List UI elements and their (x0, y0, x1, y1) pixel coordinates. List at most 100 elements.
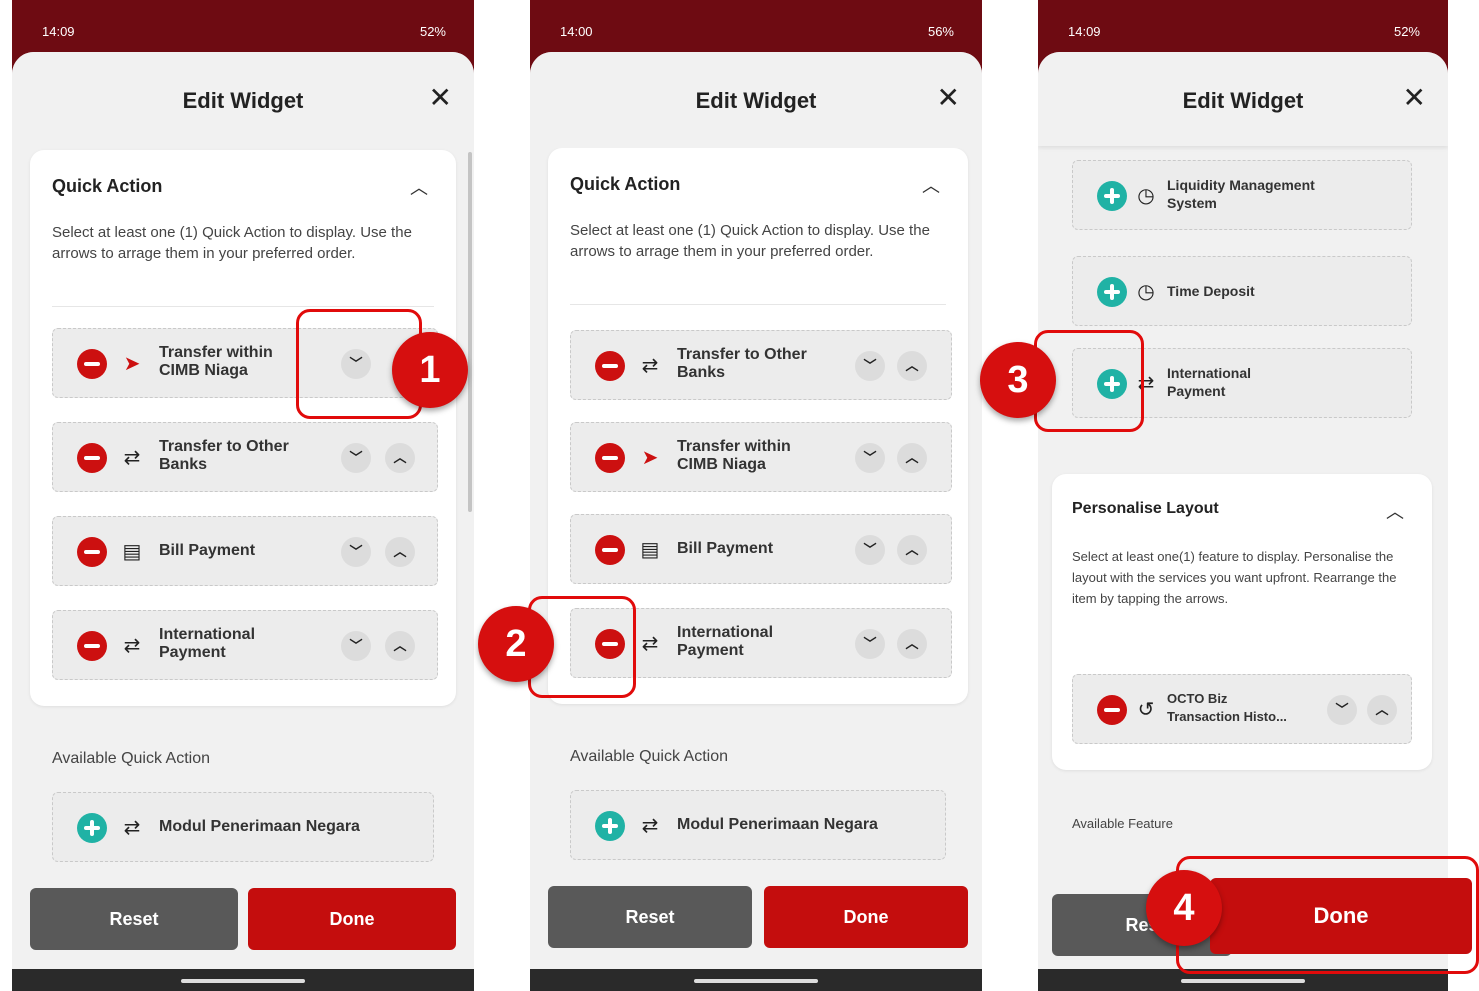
sheet-header: Edit Widget ✕ (1038, 52, 1448, 146)
divider (570, 304, 946, 305)
bill-icon: ▤ (640, 539, 660, 561)
add-button[interactable] (595, 811, 625, 841)
chevron-up-icon[interactable]: ︿ (922, 172, 940, 198)
item-label: Transfer within CIMB Niaga (159, 344, 273, 379)
add-button[interactable] (1097, 277, 1127, 307)
battery-level: 52% (419, 24, 446, 39)
status-time: 14:00 (560, 24, 593, 39)
page-title: Edit Widget (695, 88, 817, 113)
move-up-button[interactable]: ︿ (385, 443, 415, 473)
move-up-button[interactable]: ︿ (385, 631, 415, 661)
item-label: Modul Penerimaan Negara (159, 818, 360, 835)
move-up-button[interactable]: ︿ (385, 537, 415, 567)
section-description: Select at least one (1) Quick Action to … (52, 224, 412, 262)
scrollbar[interactable] (468, 152, 472, 512)
close-icon[interactable]: ✕ (937, 84, 960, 112)
move-up-button[interactable]: ︿ (1367, 695, 1397, 725)
step-badge: 1 (392, 332, 468, 408)
move-up-button[interactable]: ︿ (897, 443, 927, 473)
selected-item: ▤ Bill Payment ﹀ ︿ (52, 516, 438, 586)
close-icon[interactable]: ✕ (429, 84, 452, 112)
add-button[interactable] (1097, 181, 1127, 211)
item-label: OCTO Biz Transaction Histo... (1167, 691, 1287, 724)
item-label: Time Deposit (1167, 283, 1255, 299)
remove-button[interactable] (595, 351, 625, 381)
edit-widget-sheet: Edit Widget ✕ Quick Action ︿ Select at l… (12, 52, 474, 969)
available-item: ⇄ Modul Penerimaan Negara (570, 790, 946, 860)
personalise-layout-card: Personalise Layout ︿ Select at least one… (1052, 474, 1432, 770)
remove-button[interactable] (595, 535, 625, 565)
item-label: International Payment (1167, 365, 1252, 399)
transfer-arrows-icon: ⇄ (123, 447, 141, 469)
transfer-arrows-icon: ⇄ (641, 815, 659, 837)
transfer-arrows-icon: ⇄ (123, 817, 141, 839)
item-label: Transfer to Other Banks (159, 438, 289, 473)
clock-icon: ◷ (1137, 185, 1155, 207)
item-label: Modul Penerimaan Negara (677, 816, 878, 833)
item-label: International Payment (677, 624, 774, 659)
available-item: ◷ Time Deposit (1072, 256, 1412, 326)
section-description: Select at least one (1) Quick Action to … (570, 222, 930, 260)
item-label: Bill Payment (677, 540, 774, 557)
remove-button[interactable] (77, 537, 107, 567)
chevron-right-icon: ➤ (641, 447, 659, 469)
chevron-up-icon[interactable]: ︿ (410, 174, 428, 200)
close-icon[interactable]: ✕ (1403, 84, 1426, 112)
quick-action-card: Quick Action ︿ Select at least one (1) Q… (30, 150, 456, 706)
selected-item: ➤ Transfer within CIMB Niaga ﹀ ︿ (570, 422, 952, 492)
item-label: Bill Payment (159, 542, 256, 559)
move-up-button[interactable]: ︿ (897, 629, 927, 659)
transfer-arrows-icon: ⇄ (641, 633, 659, 655)
clock-icon: ◷ (1137, 281, 1155, 303)
layout-item: ↺ OCTO Biz Transaction Histo... ﹀ ︿ (1072, 674, 1412, 744)
bill-icon: ▤ (122, 541, 142, 563)
battery-level: 56% (927, 24, 954, 39)
item-label: Transfer to Other Banks (677, 346, 807, 381)
available-item: ◷ Liquidity Management System (1072, 160, 1412, 230)
status-time: 14:09 (1068, 24, 1101, 39)
done-button[interactable]: Done (764, 886, 968, 948)
move-down-button[interactable]: ﹀ (1327, 695, 1357, 725)
move-up-button[interactable]: ︿ (897, 535, 927, 565)
item-label: International Payment (159, 626, 256, 661)
transfer-arrows-icon: ⇄ (641, 355, 659, 377)
gesture-bar (12, 969, 474, 991)
battery-level: 52% (1393, 24, 1420, 39)
available-title: Available Quick Action (52, 750, 211, 767)
move-down-button[interactable]: ﹀ (341, 631, 371, 661)
step-badge: 3 (980, 342, 1056, 418)
remove-button[interactable] (77, 631, 107, 661)
reset-button[interactable]: Reset (30, 888, 238, 950)
chevron-right-icon: ➤ (123, 353, 141, 375)
step-badge: 2 (478, 606, 554, 682)
divider (52, 306, 434, 307)
phone-screen-1: 14:09 52% Edit Widget ✕ Quick Action ︿ S… (12, 0, 474, 991)
sheet-header: Edit Widget ✕ (530, 52, 982, 148)
page-title: Edit Widget (182, 88, 304, 113)
move-down-button[interactable]: ﹀ (341, 537, 371, 567)
move-down-button[interactable]: ﹀ (855, 443, 885, 473)
history-icon: ↺ (1137, 699, 1155, 721)
move-down-button[interactable]: ﹀ (855, 351, 885, 381)
section-title: Quick Action (52, 176, 163, 196)
move-up-button[interactable]: ︿ (897, 351, 927, 381)
chevron-up-icon[interactable]: ︿ (1386, 498, 1404, 524)
done-button[interactable]: Done (248, 888, 456, 950)
reset-button[interactable]: Reset (548, 886, 752, 948)
move-down-button[interactable]: ﹀ (341, 443, 371, 473)
edit-widget-sheet: Edit Widget ✕ Quick Action ︿ Select at l… (530, 52, 982, 969)
phone-screen-3: 14:09 52% Edit Widget ✕ ◷ Liquidity Mana… (1038, 0, 1448, 991)
available-title: Available Quick Action (570, 748, 729, 765)
item-label: Liquidity Management System (1167, 177, 1315, 211)
remove-button[interactable] (595, 443, 625, 473)
move-down-button[interactable]: ﹀ (855, 535, 885, 565)
remove-button[interactable] (77, 443, 107, 473)
add-button[interactable] (77, 813, 107, 843)
available-title: Available Feature (1072, 816, 1173, 831)
move-down-button[interactable]: ﹀ (855, 629, 885, 659)
remove-button[interactable] (77, 349, 107, 379)
gesture-bar (530, 969, 982, 991)
remove-button[interactable] (1097, 695, 1127, 725)
section-title: Personalise Layout (1072, 500, 1219, 517)
status-time: 14:09 (42, 24, 75, 39)
